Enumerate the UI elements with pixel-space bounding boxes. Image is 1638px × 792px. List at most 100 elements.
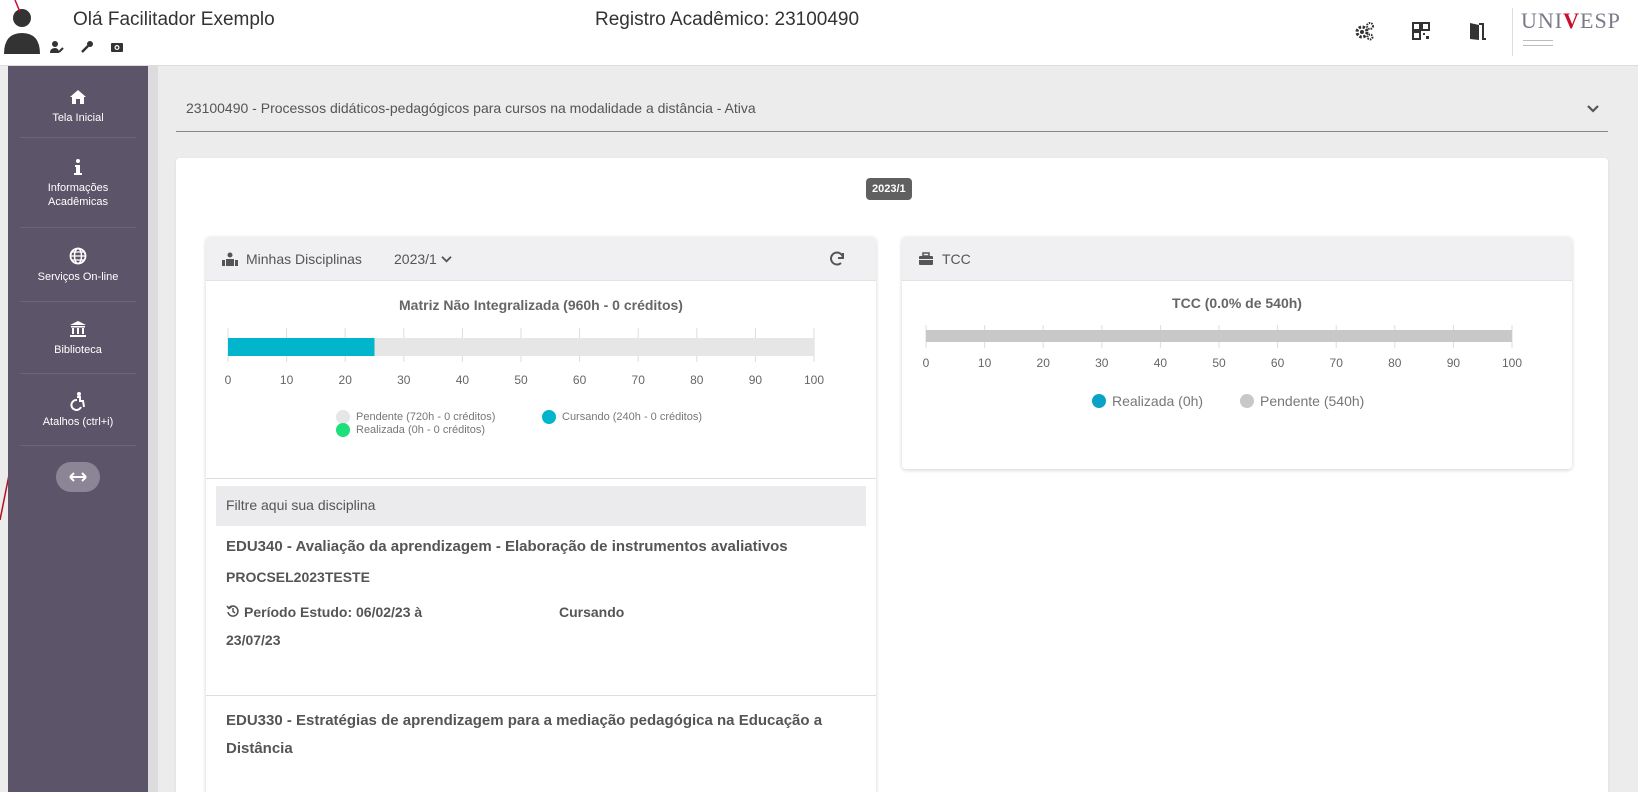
top-icons [1354,20,1488,42]
logout-door-icon[interactable] [1466,20,1488,42]
tick-label: 30 [397,373,411,387]
legend-tcc-realizada: Realizada (0h) [1092,393,1203,409]
sidebar-item-info[interactable]: Informações Acadêmicas [20,138,136,228]
tick-label: 10 [280,373,294,387]
sidebar-item-services[interactable]: Serviços On-line [20,228,136,302]
univesp-logo: UNIVESP [1512,8,1632,56]
tick-label: 50 [514,373,528,387]
tick-label: 80 [1388,356,1402,370]
library-icon [70,320,86,337]
discipline-title-line: Distância [226,740,293,757]
legend-dot-pendente [1240,394,1254,408]
legend-label: Cursando (240h - 0 créditos) [562,411,703,423]
divider [206,695,876,696]
tick-label: 30 [1095,356,1109,370]
disciplinas-panel: Minhas Disciplinas 2023/1 Matriz Não Int… [206,237,876,792]
matriz-chart-title: Matriz Não Integralizada (960h - 0 crédi… [399,297,683,313]
tick-label: 50 [1212,356,1226,370]
top-header: Olá Facilitador Exemplo Registro Acadêmi… [0,0,1638,66]
home-icon [70,89,86,104]
user-avatar-icon[interactable] [4,6,40,54]
divider [206,478,876,479]
disciplinas-period-dropdown[interactable]: 2023/1 [394,251,452,267]
tick-label: 60 [1271,356,1285,370]
disciplinas-title: Minhas Disciplinas [246,251,362,267]
tick-label: 10 [978,356,992,370]
sidebar-item-label: Atalhos (ctrl+i) [42,415,114,428]
tcc-chart: 0 10 20 30 40 50 60 70 80 90 100 [923,325,1522,370]
legend-label: Pendente (540h) [1260,393,1365,409]
tick-label: 60 [573,373,587,387]
chevron-down-icon [441,256,452,263]
discipline-period-end: 23/07/23 [226,632,281,648]
user-edit-icon[interactable] [50,40,64,54]
period-badge: 2023/1 [866,178,912,200]
legend-dot-realizada [1092,394,1106,408]
disciplinas-period-label: 2023/1 [394,251,437,267]
tick-label: 0 [923,356,930,370]
tick-label: 90 [749,373,763,387]
legend-tcc-pendente: Pendente (540h) [1240,393,1364,409]
legend-dot-pendente [336,410,350,424]
matriz-chart: 0 10 20 30 40 50 60 70 80 90 100 [225,328,824,387]
briefcase-icon [919,252,933,265]
qrcode-icon[interactable] [1410,20,1432,42]
tick-label: 0 [225,373,232,387]
refresh-icon[interactable] [828,250,846,268]
course-select-value: 23100490 - Processos didáticos-pedagógic… [186,100,756,116]
legend-pendente: Pendente (720h - 0 créditos) [336,410,495,424]
settings-cogs-icon[interactable] [1354,20,1376,42]
sidebar-item-label: Informações Acadêmicas [47,181,109,208]
tick-label: 40 [1154,356,1168,370]
arrows-horizontal-icon [69,472,87,482]
legend-label: Pendente (720h - 0 créditos) [356,411,496,423]
bar-segment [228,338,375,356]
sidebar: Tela Inicial Informações Acadêmicas Serv… [8,66,148,792]
tcc-panel-header: TCC [902,237,1572,281]
tick-label: 20 [339,373,353,387]
legend-label: Realizada (0h) [1112,393,1204,409]
sidebar-item-home[interactable]: Tela Inicial [20,66,136,138]
tcc-chart-title: TCC (0.0% de 540h) [1172,295,1302,311]
bar-segment [926,330,1512,342]
discipline-title[interactable]: EDU340 - Avaliação da aprendizagem - Ela… [226,533,846,561]
sidebar-item-label: Biblioteca [54,343,102,356]
chevron-down-icon [1587,105,1599,113]
discipline-title-line: EDU330 - Estratégias de aprendizagem par… [226,712,823,729]
sidebar-toggle-button[interactable] [56,462,100,492]
tick-label: 100 [1502,356,1522,370]
legend-cursando: Cursando (240h - 0 créditos) [542,410,702,424]
greeting-text: Olá Facilitador Exemplo [73,9,275,30]
discipline-period-start: Período Estudo: 06/02/23 à [244,604,423,620]
registro-academico: Registro Acadêmico: 23100490 [595,9,860,30]
discipline-title[interactable]: EDU330 - Estratégias de aprendizagem par… [226,707,846,763]
tick-label: 100 [804,373,824,387]
sidebar-item-shortcuts[interactable]: Atalhos (ctrl+i) [20,374,136,446]
sidebar-gutter [148,66,158,792]
discipline-period: Período Estudo: 06/02/23 à [226,604,422,620]
sidebar-item-library[interactable]: Biblioteca [20,302,136,374]
sidebar-item-label: Tela Inicial [52,111,104,124]
tick-label: 20 [1037,356,1051,370]
users-icon [222,252,238,266]
accessibility-icon [70,391,85,411]
legend-dot-cursando [542,410,556,424]
camera-icon[interactable] [110,40,124,54]
tick-label: 80 [690,373,704,387]
tick-label: 90 [1447,356,1461,370]
tick-label: 40 [456,373,470,387]
tick-label: 70 [1330,356,1344,370]
disciplina-filter-input[interactable]: Filtre aqui sua disciplina [216,486,866,526]
legend-dot-realizada [336,423,350,437]
history-icon [226,605,239,617]
info-icon [74,158,82,175]
tick-label: 70 [632,373,646,387]
legend-realizada: Realizada (0h - 0 créditos) [336,423,485,437]
key-icon[interactable] [80,40,94,54]
course-select[interactable]: 23100490 - Processos didáticos-pedagógic… [176,90,1608,132]
discipline-status: Cursando [559,604,625,620]
tcc-panel: TCC TCC (0.0% de 540h) 0 10 20 30 40 50 60 70 80… [902,237,1572,469]
tcc-title: TCC [942,251,971,267]
discipline-code: PROCSEL2023TESTE [226,569,370,585]
bar-segment [374,338,814,356]
